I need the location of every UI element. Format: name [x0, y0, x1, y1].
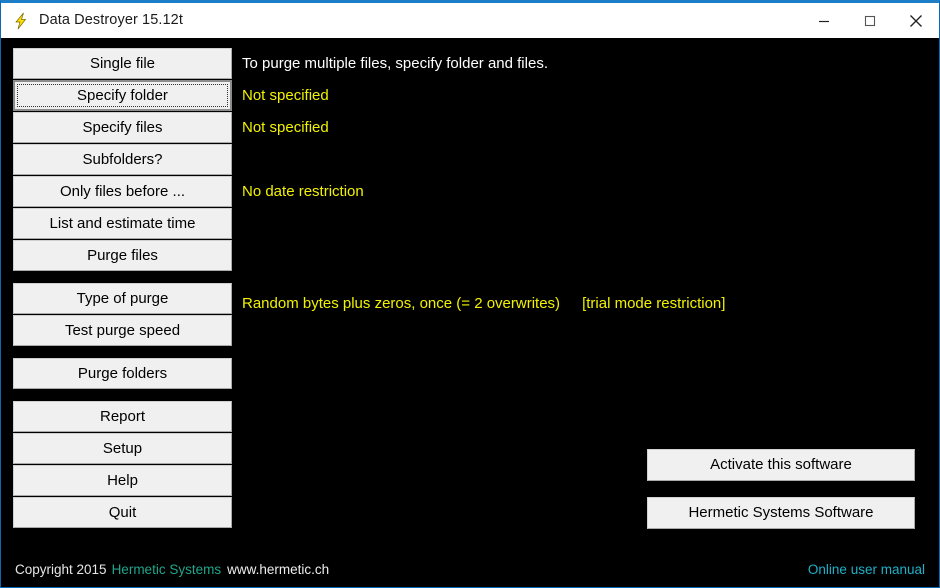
setup-button[interactable]: Setup	[13, 433, 232, 464]
client-area: Single file Specify folder Specify files…	[1, 38, 939, 587]
hermetic-systems-software-button[interactable]: Hermetic Systems Software	[647, 497, 915, 529]
help-button[interactable]: Help	[13, 465, 232, 496]
purge-type-trial-note: [trial mode restriction]	[582, 295, 726, 312]
close-icon	[910, 14, 922, 27]
purge-type-status: Random bytes plus zeros, once (= 2 overw…	[242, 294, 725, 314]
button-group-general: Report Setup Help Quit	[13, 401, 232, 528]
purge-type-description: Random bytes plus zeros, once (= 2 overw…	[242, 295, 561, 312]
type-of-purge-button[interactable]: Type of purge	[13, 283, 232, 314]
quit-button[interactable]: Quit	[13, 497, 232, 528]
activate-software-button[interactable]: Activate this software	[647, 449, 915, 481]
maximize-button[interactable]	[847, 3, 893, 38]
button-group-purge-options: Type of purge Test purge speed	[13, 283, 232, 346]
status-folder: Not specified	[242, 87, 329, 104]
lightning-bolt-icon	[15, 12, 27, 29]
online-user-manual-link[interactable]: Online user manual	[808, 562, 925, 577]
company-link[interactable]: Hermetic Systems	[112, 562, 222, 577]
button-group-folders: Purge folders	[13, 358, 232, 389]
button-group-files: Single file Specify folder Specify files…	[13, 48, 232, 271]
minimize-icon	[819, 20, 829, 22]
window-controls	[801, 3, 939, 38]
close-button[interactable]	[893, 3, 939, 38]
copyright-text: Copyright 2015	[15, 561, 107, 577]
status-date-restriction: No date restriction	[242, 183, 364, 200]
specify-folder-button[interactable]: Specify folder	[13, 80, 232, 111]
only-files-before-button[interactable]: Only files before ...	[13, 176, 232, 207]
status-subfolders	[242, 144, 927, 176]
specify-files-button[interactable]: Specify files	[13, 112, 232, 143]
status-text-column: To purge multiple files, specify folder …	[242, 48, 927, 272]
subfolders-button[interactable]: Subfolders?	[13, 144, 232, 175]
website-url[interactable]: www.hermetic.ch	[227, 562, 329, 577]
purge-folders-button[interactable]: Purge folders	[13, 358, 232, 389]
status-list-estimate	[242, 208, 927, 240]
test-purge-speed-button[interactable]: Test purge speed	[13, 315, 232, 346]
footer-bar: Copyright 2015 Hermetic Systems www.herm…	[1, 551, 939, 587]
maximize-icon	[864, 15, 876, 26]
status-purge-files	[242, 240, 927, 272]
window-title: Data Destroyer 15.12t	[39, 11, 183, 28]
single-file-button[interactable]: Single file	[13, 48, 232, 79]
minimize-button[interactable]	[801, 3, 847, 38]
application-window: Data Destroyer 15.12t Single file Specif…	[0, 0, 940, 588]
title-bar[interactable]: Data Destroyer 15.12t	[1, 3, 939, 38]
footer-copyright: Copyright 2015 Hermetic Systems www.herm…	[15, 562, 329, 577]
right-button-column: Activate this software Hermetic Systems …	[647, 449, 915, 529]
command-button-column: Single file Specify folder Specify files…	[13, 48, 232, 528]
status-instruction: To purge multiple files, specify folder …	[242, 55, 548, 72]
purge-files-button[interactable]: Purge files	[13, 240, 232, 271]
list-and-estimate-time-button[interactable]: List and estimate time	[13, 208, 232, 239]
status-files: Not specified	[242, 119, 329, 136]
report-button[interactable]: Report	[13, 401, 232, 432]
